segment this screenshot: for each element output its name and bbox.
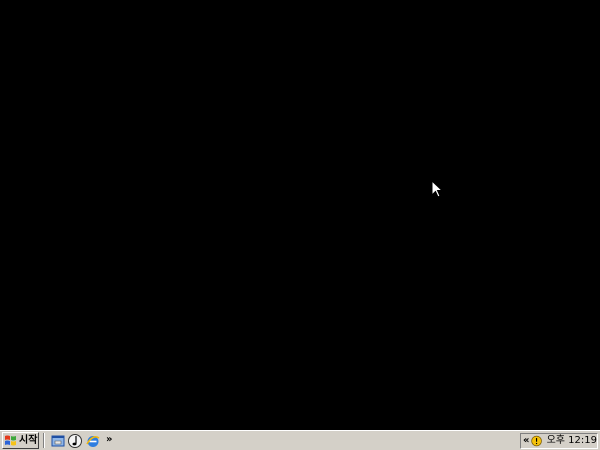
tray-expand-button[interactable]: « bbox=[523, 435, 529, 447]
windows-logo-icon bbox=[5, 435, 16, 446]
mouse-pointer-icon bbox=[431, 180, 443, 198]
taskbar-separator bbox=[43, 433, 45, 448]
windows-media-player-icon[interactable] bbox=[67, 433, 83, 449]
start-button[interactable]: 시작 bbox=[2, 432, 39, 449]
taskbar: 시작 » « 오후 12:19 bbox=[0, 430, 600, 450]
desktop[interactable] bbox=[0, 0, 600, 430]
clock[interactable]: 오후 12:19 bbox=[547, 435, 597, 447]
show-desktop-icon[interactable] bbox=[50, 433, 66, 449]
internet-explorer-icon[interactable] bbox=[85, 433, 101, 449]
notification-warning-icon[interactable] bbox=[531, 435, 543, 447]
start-label: 시작 bbox=[19, 434, 38, 446]
system-tray: « 오후 12:19 bbox=[520, 433, 598, 449]
quick-launch-more-button[interactable]: » bbox=[106, 432, 112, 447]
